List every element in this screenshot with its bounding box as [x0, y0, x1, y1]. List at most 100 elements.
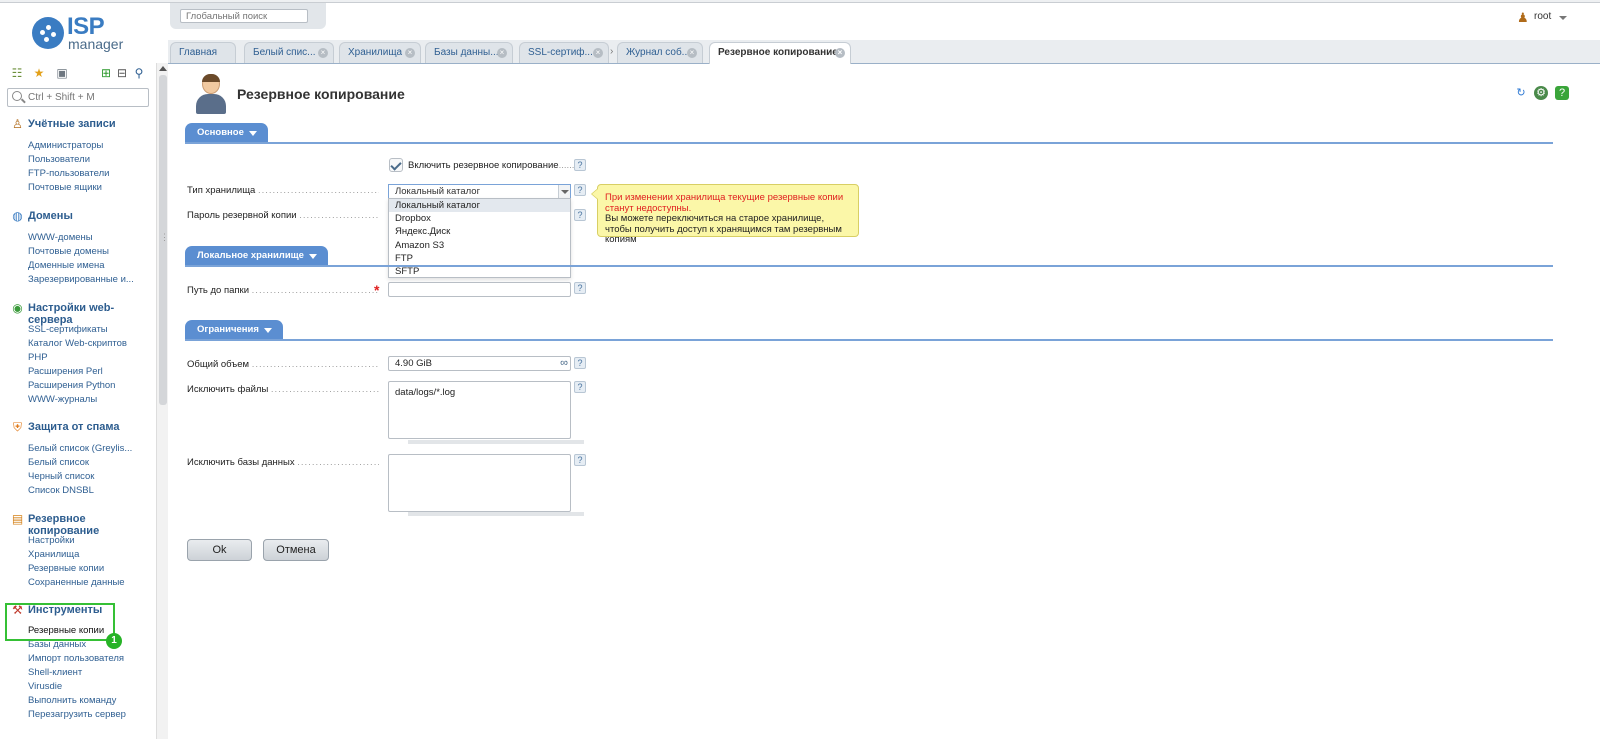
close-icon[interactable]: ×: [318, 48, 328, 58]
sidebar-item-www-logs[interactable]: WWW-журналы: [28, 393, 156, 407]
refresh-icon[interactable]: ↻: [1514, 86, 1528, 100]
backup-icon: ▤: [11, 512, 24, 526]
help-icon[interactable]: ?: [574, 381, 586, 393]
tab-ssl[interactable]: SSL-сертиф... ×: [519, 42, 609, 63]
nav-group-title: Защита от спама: [28, 421, 120, 433]
tab-separator-icon: ›: [610, 46, 614, 57]
expand-icon[interactable]: ⊞: [99, 66, 113, 80]
sidebar-item-storages[interactable]: Хранилища: [28, 548, 156, 562]
storage-type-select[interactable]: Локальный каталог: [388, 184, 571, 199]
sidebar-item-reserved[interactable]: Зарезервированные и...: [28, 273, 156, 287]
sidebar-item-reboot[interactable]: Перезагрузить сервер: [28, 708, 156, 722]
nav-group-header[interactable]: ⛨ Защита от спама: [0, 420, 156, 438]
pin-icon[interactable]: ⚲: [132, 66, 146, 80]
close-icon[interactable]: ×: [405, 48, 415, 58]
sidebar-item-ftp-users[interactable]: FTP-пользователи: [28, 167, 156, 181]
tab-databases[interactable]: Базы данны... ×: [425, 42, 513, 63]
nav-group-header[interactable]: ◍ Домены: [0, 209, 156, 227]
collapse-icon[interactable]: ⊟: [115, 66, 129, 80]
dropdown-option-local[interactable]: Локальный каталог: [389, 199, 570, 213]
sidebar-item-import-user[interactable]: Импорт пользователя: [28, 652, 156, 666]
close-icon[interactable]: ×: [835, 48, 845, 58]
settings-icon[interactable]: ⚙: [1534, 86, 1548, 100]
sidebar-search[interactable]: [7, 88, 149, 107]
sidebar-item-mailboxes[interactable]: Почтовые ящики: [28, 181, 156, 195]
sidebar-search-input[interactable]: [26, 90, 146, 105]
help-icon[interactable]: ?: [574, 209, 586, 221]
close-icon[interactable]: ×: [497, 48, 507, 58]
sidebar-item-administrators[interactable]: Администраторы: [28, 139, 156, 153]
sidebar-item-run-command[interactable]: Выполнить команду: [28, 694, 156, 708]
step-badge: 1: [106, 633, 122, 649]
close-icon[interactable]: ×: [593, 48, 603, 58]
dropdown-option-amazon-s3[interactable]: Amazon S3: [389, 239, 570, 252]
nav-group-header[interactable]: ▤ Резервное копирование: [0, 512, 156, 538]
total-size-input[interactable]: 4.90 GiB ∞: [388, 356, 571, 371]
sidebar-item-greylist[interactable]: Белый список (Greylis...: [28, 442, 156, 456]
nav-group-header[interactable]: ◉ Настройки web-сервера: [0, 301, 156, 327]
nav-group-header[interactable]: ♙ Учётные записи: [0, 117, 156, 135]
sidebar-item-python[interactable]: Расширения Python: [28, 379, 156, 393]
sidebar-item-backup-copies[interactable]: Резервные копии: [28, 562, 156, 576]
nav-group-backup: ▤ Резервное копирование Настройки Хранил…: [0, 512, 156, 590]
sidebar-item-blacklist[interactable]: Черный список: [28, 470, 156, 484]
dropdown-option-yandex-disk[interactable]: Яндекс.Диск: [389, 225, 570, 238]
tab-backup[interactable]: Резервное копирование ×: [709, 42, 851, 65]
sidebar-item-web-scripts[interactable]: Каталог Web-скриптов: [28, 337, 156, 351]
storage-type-label: Тип хранилища ..........................…: [187, 185, 379, 196]
help-icon[interactable]: ?: [574, 357, 586, 369]
sidebar-item-shell-client[interactable]: Shell-клиент: [28, 666, 156, 680]
section-limits-header[interactable]: Ограничения: [185, 320, 283, 340]
isp-manager-logo[interactable]: ISP manager: [32, 13, 132, 55]
backup-user-icon: [193, 74, 229, 114]
help-icon[interactable]: ?: [574, 159, 586, 171]
sidebar-item-saved-data[interactable]: Сохраненные данные: [28, 576, 156, 590]
infinity-icon[interactable]: ∞: [560, 358, 568, 369]
sidebar-scrollbar[interactable]: [156, 63, 168, 739]
global-search-input[interactable]: [180, 9, 308, 23]
textarea-resize-handle[interactable]: [408, 440, 584, 444]
sidebar-item-php[interactable]: PHP: [28, 351, 156, 365]
chevron-down-icon[interactable]: [558, 185, 570, 198]
exclude-files-label: Исключить файлы ........................…: [187, 384, 379, 395]
sidebar-item-www-domains[interactable]: WWW-домены: [28, 231, 156, 245]
sidebar-item-perl[interactable]: Расширения Perl: [28, 365, 156, 379]
logo-text-secondary: manager: [68, 36, 124, 52]
help-icon[interactable]: ?: [574, 282, 586, 294]
textarea-resize-handle[interactable]: [408, 512, 584, 516]
cancel-button[interactable]: Отмена: [263, 539, 329, 561]
tree-icon[interactable]: ☷: [10, 66, 24, 80]
tab-event-log[interactable]: Журнал соб... ×: [617, 42, 703, 63]
close-icon[interactable]: ×: [687, 48, 697, 58]
folder-path-input[interactable]: [388, 282, 571, 297]
help-icon[interactable]: ?: [574, 454, 586, 466]
dropdown-option-ftp[interactable]: FTP: [389, 252, 570, 265]
section-local-storage-header[interactable]: Локальное хранилище: [185, 246, 328, 266]
folder-path-label: Путь до папки ..........................…: [187, 285, 379, 296]
enable-backup-checkbox[interactable]: [389, 158, 403, 172]
tab-label: Базы данны...: [434, 47, 499, 58]
exclude-files-textarea[interactable]: data/logs/*.log: [388, 381, 571, 439]
ok-button[interactable]: Ok: [187, 539, 252, 561]
tab-storages[interactable]: Хранилища ×: [339, 42, 421, 63]
tab-home[interactable]: Главная: [170, 42, 236, 63]
sidebar-item-dnsbl[interactable]: Список DNSBL: [28, 484, 156, 498]
section-basic-header[interactable]: Основное: [185, 123, 268, 143]
briefcase-icon[interactable]: ▣: [55, 66, 69, 80]
help-icon[interactable]: ?: [1555, 86, 1569, 100]
scroll-up-arrow-icon[interactable]: [159, 66, 167, 71]
star-icon[interactable]: ★: [32, 66, 46, 80]
chevron-down-icon: [1559, 16, 1567, 20]
sidebar-item-whitelist[interactable]: Белый список: [28, 456, 156, 470]
nav-group-title: Резервное копирование: [28, 513, 100, 537]
sidebar-item-mail-domains[interactable]: Почтовые домены: [28, 245, 156, 259]
sidebar-item-users[interactable]: Пользователи: [28, 153, 156, 167]
help-icon[interactable]: ?: [574, 184, 586, 196]
sidebar-item-domain-names[interactable]: Доменные имена: [28, 259, 156, 273]
exclude-db-textarea[interactable]: [388, 454, 571, 512]
dropdown-option-dropbox[interactable]: Dropbox: [389, 212, 570, 225]
sidebar-item-virusdie[interactable]: Virusdie: [28, 680, 156, 694]
tab-whitelist[interactable]: Белый спис... ×: [244, 42, 334, 63]
tab-label: Резервное копирование: [718, 47, 838, 58]
total-size-label: Общий объем ............................…: [187, 359, 379, 370]
